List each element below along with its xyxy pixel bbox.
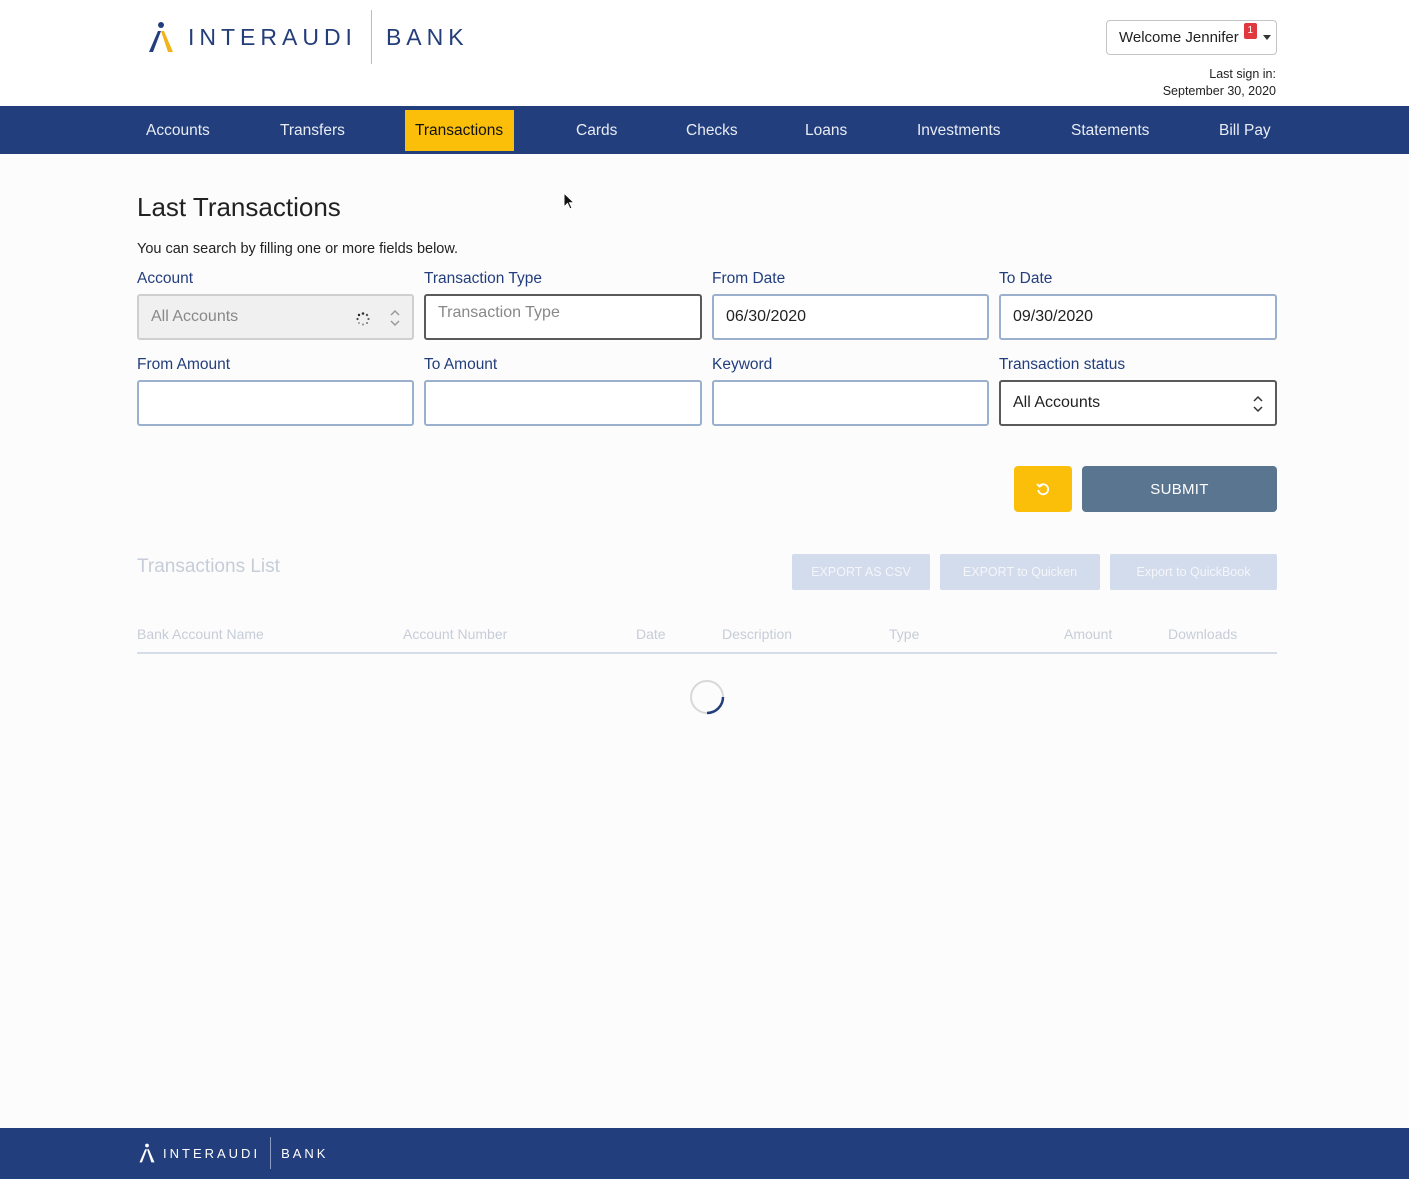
logo-text-right: BANK xyxy=(385,23,469,50)
account-select[interactable]: All Accounts xyxy=(137,294,414,340)
footer-logo-text-right: BANK xyxy=(281,1145,329,1161)
logo-mark-icon xyxy=(139,1143,155,1163)
table-header-divider xyxy=(137,652,1277,654)
column-header-amount[interactable]: Amount xyxy=(1064,626,1112,642)
footer-logo-text-left: INTERAUDI xyxy=(163,1145,261,1161)
column-header-account-number[interactable]: Account Number xyxy=(403,626,507,642)
submit-button[interactable]: SUBMIT xyxy=(1082,466,1277,512)
from-date-value: 06/30/2020 xyxy=(726,308,807,325)
transactions-list-title: Transactions List xyxy=(137,556,280,577)
to-date-value: 09/30/2020 xyxy=(1013,308,1094,325)
keyword-input[interactable] xyxy=(712,380,989,426)
nav-item-accounts[interactable]: Accounts xyxy=(136,110,220,151)
account-select-value: All Accounts xyxy=(151,308,239,325)
bank-logo[interactable]: INTERAUDI BANK xyxy=(146,10,469,64)
column-header-description[interactable]: Description xyxy=(722,626,792,642)
logo-mark-icon xyxy=(146,21,176,53)
column-header-downloads[interactable]: Downloads xyxy=(1168,626,1237,642)
loading-spinner-icon xyxy=(690,680,725,715)
from-amount-input[interactable] xyxy=(137,380,414,426)
logo-divider xyxy=(370,10,372,64)
notification-badge: 1 xyxy=(1243,22,1257,39)
welcome-label: Welcome Jennifer xyxy=(1119,29,1239,46)
user-menu-button[interactable]: Welcome Jennifer 1 xyxy=(1106,20,1277,55)
column-header-type[interactable]: Type xyxy=(889,626,919,642)
account-label: Account xyxy=(137,270,194,287)
nav-item-transactions[interactable]: Transactions xyxy=(405,110,514,151)
transaction-status-label: Transaction status xyxy=(999,356,1126,373)
to-date-input[interactable]: 09/30/2020 xyxy=(999,294,1277,340)
keyword-label: Keyword xyxy=(712,356,773,373)
page-title: Last Transactions xyxy=(137,192,341,222)
footer-logo-divider xyxy=(270,1137,272,1169)
transaction-type-label: Transaction Type xyxy=(424,270,543,287)
footer: INTERAUDI BANK xyxy=(0,1128,1409,1179)
to-amount-label: To Amount xyxy=(424,356,498,373)
nav-item-loans[interactable]: Loans xyxy=(795,110,857,151)
from-date-label: From Date xyxy=(712,270,786,287)
transaction-type-placeholder: Transaction Type xyxy=(438,304,560,321)
nav-item-transfers[interactable]: Transfers xyxy=(270,110,355,151)
main-nav: Accounts Transfers Transactions Cards Ch… xyxy=(0,106,1409,154)
loading-dots-icon xyxy=(356,312,370,326)
mouse-pointer-icon xyxy=(563,192,575,210)
nav-item-checks[interactable]: Checks xyxy=(676,110,748,151)
nav-item-investments[interactable]: Investments xyxy=(907,110,1011,151)
header: INTERAUDI BANK Welcome Jennifer 1 Last s… xyxy=(0,0,1409,106)
last-sign-date: September 30, 2020 xyxy=(1162,84,1276,98)
nav-item-statements[interactable]: Statements xyxy=(1061,110,1159,151)
last-sign-in: Last sign in: September 30, 2020 xyxy=(1163,66,1276,100)
last-sign-label: Last sign in: xyxy=(1209,67,1276,81)
from-amount-label: From Amount xyxy=(137,356,231,373)
search-hint: You can search by filling one or more fi… xyxy=(137,241,459,257)
updown-arrows-icon xyxy=(390,309,400,327)
transaction-type-input[interactable]: Transaction Type xyxy=(424,294,702,340)
transaction-status-value: All Accounts xyxy=(1013,394,1101,411)
refresh-icon xyxy=(1036,483,1050,496)
updown-arrows-icon xyxy=(1253,395,1263,413)
export-quickbook-button[interactable]: Export to QuickBook xyxy=(1110,554,1277,590)
export-csv-button[interactable]: EXPORT AS CSV xyxy=(792,554,930,590)
column-header-date[interactable]: Date xyxy=(636,626,666,642)
export-quicken-button[interactable]: EXPORT to Quicken xyxy=(940,554,1100,590)
transaction-status-select[interactable]: All Accounts xyxy=(999,380,1277,426)
chevron-down-icon xyxy=(1262,35,1271,40)
nav-item-bill-pay[interactable]: Bill Pay xyxy=(1209,110,1281,151)
to-date-label: To Date xyxy=(999,270,1053,287)
column-header-bank-account-name[interactable]: Bank Account Name xyxy=(137,626,264,642)
reset-button[interactable] xyxy=(1014,466,1072,512)
nav-item-cards[interactable]: Cards xyxy=(566,110,627,151)
footer-logo[interactable]: INTERAUDI BANK xyxy=(137,1137,328,1169)
to-amount-input[interactable] xyxy=(424,380,702,426)
logo-text-left: INTERAUDI xyxy=(188,23,357,50)
from-date-input[interactable]: 06/30/2020 xyxy=(712,294,989,340)
